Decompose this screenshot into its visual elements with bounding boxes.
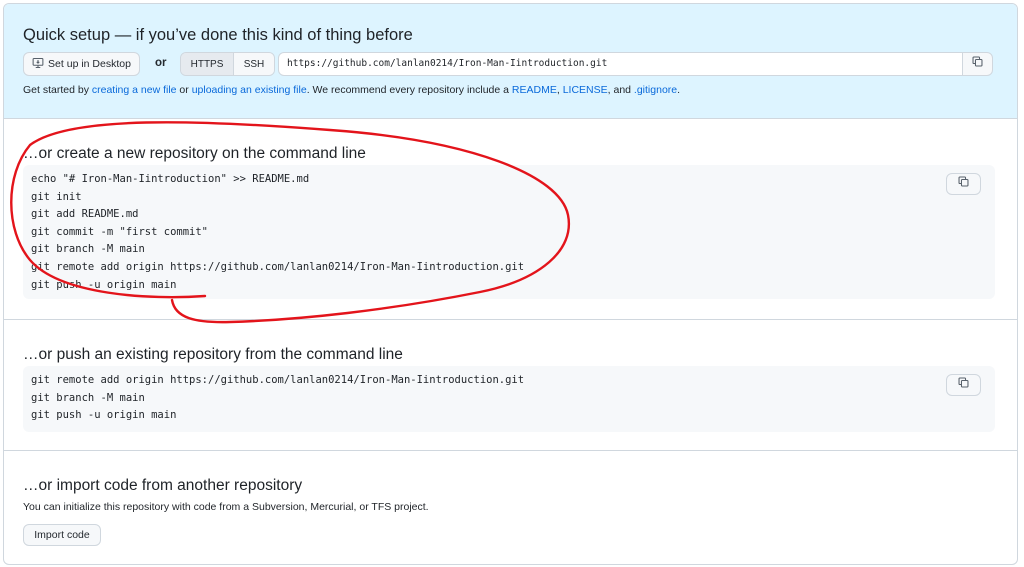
get-started-mid1: or	[176, 84, 192, 96]
create-new-repo-code-block: echo "# Iron-Man-Iintroduction" >> READM…	[23, 165, 995, 299]
https-button[interactable]: HTTPS	[181, 53, 234, 75]
copy-create-code-button[interactable]	[946, 173, 981, 195]
protocol-toggle: HTTPS SSH	[180, 52, 275, 76]
copy-icon	[971, 55, 984, 73]
push-existing-repo-title: …or push an existing repository from the…	[23, 346, 403, 363]
create-new-repo-section: …or create a new repository on the comma…	[4, 119, 1017, 320]
get-started-text: Get started by creating a new file or up…	[23, 84, 680, 96]
quick-setup-panel: Quick setup — if you’ve done this kind o…	[3, 3, 1018, 565]
create-new-file-link[interactable]: creating a new file	[92, 84, 177, 96]
get-started-suffix: .	[677, 84, 681, 96]
quick-setup-box: Quick setup — if you’ve done this kind o…	[4, 4, 1017, 119]
create-new-repo-code[interactable]: echo "# Iron-Man-Iintroduction" >> READM…	[31, 171, 987, 294]
clone-url-input[interactable]: https://github.com/lanlan0214/Iron-Man-I…	[278, 52, 963, 76]
import-code-description: You can initialize this repository with …	[23, 501, 429, 513]
get-started-prefix: Get started by	[23, 84, 92, 96]
import-code-button[interactable]: Import code	[23, 524, 101, 546]
copy-icon	[957, 376, 970, 394]
setup-in-desktop-label: Set up in Desktop	[48, 58, 131, 70]
push-existing-repo-code-block: git remote add origin https://github.com…	[23, 366, 995, 432]
desktop-icon	[32, 57, 44, 72]
get-started-sep2: , and	[607, 84, 634, 96]
license-link[interactable]: LICENSE	[563, 84, 608, 96]
quick-setup-title: Quick setup — if you’ve done this kind o…	[23, 26, 413, 44]
readme-link[interactable]: README	[512, 84, 557, 96]
copy-push-code-button[interactable]	[946, 374, 981, 396]
get-started-mid2: . We recommend every repository include …	[306, 84, 512, 96]
push-existing-repo-code[interactable]: git remote add origin https://github.com…	[31, 372, 987, 425]
create-new-repo-title: …or create a new repository on the comma…	[23, 145, 366, 162]
import-code-section: …or import code from another repository …	[4, 451, 1017, 564]
copy-url-button[interactable]	[962, 52, 993, 76]
ssh-button[interactable]: SSH	[234, 53, 274, 75]
setup-in-desktop-button[interactable]: Set up in Desktop	[23, 52, 140, 76]
copy-icon	[957, 175, 970, 193]
upload-existing-file-link[interactable]: uploading an existing file	[192, 84, 307, 96]
gitignore-link[interactable]: .gitignore	[634, 84, 677, 96]
push-existing-repo-section: …or push an existing repository from the…	[4, 320, 1017, 451]
import-code-title: …or import code from another repository	[23, 477, 303, 494]
or-label: or	[155, 57, 167, 69]
